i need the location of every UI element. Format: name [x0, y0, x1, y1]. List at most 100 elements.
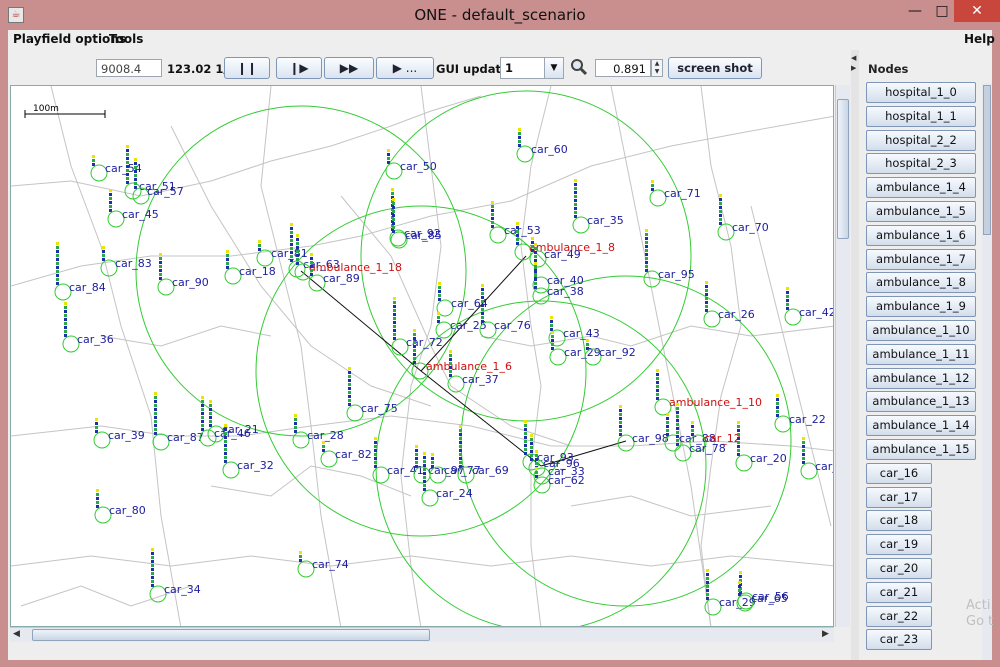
map-node-car_52[interactable]: car_52 — [800, 437, 834, 480]
zoom-field[interactable]: 0.891 — [595, 59, 651, 77]
map-node-car_80[interactable]: car_80 — [94, 489, 146, 524]
node-button-ambulance_1_5[interactable]: ambulance_1_5 — [866, 201, 976, 222]
node-button-ambulance_1_7[interactable]: ambulance_1_7 — [866, 248, 976, 270]
nodes-scrollbar[interactable] — [982, 83, 992, 660]
map-node-car_42[interactable]: car_42 — [784, 287, 834, 326]
map-nodes[interactable]: car_54car_51car_57car_45car_83car_84car_… — [54, 128, 834, 616]
node-button-hospital_2_3[interactable]: hospital_2_3 — [866, 153, 976, 175]
map-node-car_74[interactable]: car_74 — [297, 551, 349, 578]
node-button-car_22[interactable]: car_22 — [866, 605, 932, 627]
node-button-ambulance_1_12[interactable]: ambulance_1_12 — [866, 367, 976, 389]
map-node-car_28[interactable]: car_28 — [292, 414, 344, 449]
node-button-car_23[interactable]: car_23 — [866, 629, 932, 651]
node-button-car_19[interactable]: car_19 — [866, 534, 932, 556]
buffer-cell — [481, 320, 484, 323]
menu-tools[interactable]: Tools — [109, 32, 143, 46]
playfield-svg[interactable]: 100m car_54car_51car_57car_45car_83car_8… — [11, 86, 834, 627]
fast-forward-button[interactable]: ▶▶ — [324, 57, 374, 79]
buffer-cell — [56, 254, 59, 257]
buffer-cell — [392, 198, 395, 201]
buffer-cell — [459, 441, 462, 444]
step-button[interactable]: ❙▶ — [276, 57, 322, 79]
map-node-car_35[interactable]: car_35 — [572, 179, 624, 234]
map-node-car_83[interactable]: car_83 — [100, 246, 152, 277]
buffer-cell — [550, 316, 553, 319]
node-button-hospital_1_1[interactable]: hospital_1_1 — [866, 105, 976, 127]
map-node-car_39[interactable]: car_39 — [93, 418, 145, 449]
node-button-ambulance_1_14[interactable]: ambulance_1_14 — [866, 415, 976, 437]
node-button-ambulance_1_10[interactable]: ambulance_1_10 — [866, 320, 976, 341]
buffer-cell — [438, 290, 441, 293]
node-button-ambulance_1_4[interactable]: ambulance_1_4 — [866, 177, 976, 199]
map-node-car_71[interactable]: car_71 — [649, 180, 701, 207]
map-node-car_76[interactable]: car_76 — [479, 284, 531, 339]
gui-update-select[interactable]: 1 ▼ — [500, 57, 564, 79]
run-until-button[interactable]: ▶ ... — [376, 57, 434, 79]
node-button-hospital_1_0[interactable]: hospital_1_0 — [866, 82, 976, 103]
scroll-left-icon[interactable]: ◀ — [13, 629, 20, 639]
node-button-ambulance_1_11[interactable]: ambulance_1_11 — [866, 343, 976, 365]
collapse-right-icon[interactable]: ▶ — [851, 64, 856, 72]
map-node-car_87[interactable]: car_87 — [152, 392, 204, 451]
map-node-car_90[interactable]: car_90 — [157, 253, 209, 296]
node-label: car_60 — [531, 143, 568, 156]
buffer-cell — [719, 202, 722, 205]
buffer-cell — [656, 369, 659, 372]
map-node-car_70[interactable]: car_70 — [717, 194, 769, 241]
playfield-map[interactable]: 100m car_54 car_51 car_57 car_45 car_83 car_8… — [10, 85, 834, 627]
map-node-car_18[interactable]: car_18 — [224, 250, 276, 285]
collapse-left-icon[interactable]: ◀ — [851, 54, 856, 62]
playfield-vertical-scrollbar[interactable] — [835, 85, 850, 627]
minimize-button[interactable]: — — [900, 0, 930, 22]
node-button-ambulance_1_15[interactable]: ambulance_1_15 — [866, 439, 976, 460]
map-node-car_64[interactable]: car_64 — [436, 282, 488, 317]
scroll-right-icon[interactable]: ▶ — [822, 629, 829, 639]
map-node-car_34[interactable]: car_34 — [149, 548, 201, 603]
map-node-car_85[interactable]: car_85 — [390, 198, 442, 249]
node-button-car_16[interactable]: car_16 — [866, 462, 932, 484]
split-pane-divider[interactable]: ◀ ▶ — [851, 50, 859, 660]
buffer-cell — [423, 468, 426, 471]
map-node-car_82[interactable]: car_82 — [320, 441, 372, 468]
buffer-cell — [56, 250, 59, 253]
pause-button[interactable]: ❙❙ — [224, 57, 270, 79]
vertical-scroll-thumb[interactable] — [837, 99, 849, 239]
chevron-down-icon[interactable]: ▼ — [544, 58, 563, 78]
screenshot-button[interactable]: screen shot — [668, 57, 762, 79]
nodes-scroll-thumb[interactable] — [983, 85, 991, 235]
buffer-cell — [102, 254, 105, 257]
node-button-ambulance_1_9[interactable]: ambulance_1_9 — [866, 296, 976, 318]
map-node-car_22[interactable]: car_22 — [774, 394, 826, 433]
maximize-button[interactable]: □ — [928, 0, 956, 22]
map-node-ambulance_1_10[interactable]: ambulance_1_10 — [654, 369, 762, 416]
menu-help[interactable]: Help — [964, 32, 995, 46]
node-button-ambulance_1_13[interactable]: ambulance_1_13 — [866, 391, 976, 413]
map-node-car_72[interactable]: car_72 — [391, 297, 443, 356]
map-node-car_29[interactable]: car_29 — [704, 569, 756, 616]
zoom-spinner[interactable]: ▲ ▼ — [651, 59, 663, 77]
close-button[interactable]: ✕ — [954, 0, 1000, 22]
node-button-car_20[interactable]: car_20 — [866, 558, 932, 579]
map-node-car_60[interactable]: car_60 — [516, 128, 568, 163]
buffer-cell — [586, 339, 589, 342]
playfield-horizontal-scrollbar[interactable]: ◀ ▶ — [10, 627, 834, 642]
map-node-car_36[interactable]: car_36 — [62, 302, 114, 353]
buffer-cell — [159, 261, 162, 264]
node-button-car_17[interactable]: car_17 — [866, 486, 932, 508]
node-button-car_18[interactable]: car_18 — [866, 510, 932, 532]
map-node-car_26[interactable]: car_26 — [703, 281, 755, 328]
map-node-car_98[interactable]: car_98 — [617, 405, 669, 452]
horizontal-scroll-thumb[interactable] — [32, 629, 430, 641]
map-node-car_53[interactable]: car_53 — [489, 201, 541, 244]
node-button-ambulance_1_6[interactable]: ambulance_1_6 — [866, 224, 976, 246]
map-node-car_20[interactable]: car_20 — [735, 421, 787, 472]
node-button-car_21[interactable]: car_21 — [866, 581, 932, 603]
buffer-cell — [786, 303, 789, 306]
buffer-cell — [691, 433, 694, 436]
buffer-cell — [374, 441, 377, 444]
buffer-cell — [348, 371, 351, 374]
buffer-cell — [619, 405, 622, 408]
buffer-cell — [96, 505, 99, 508]
node-button-hospital_2_2[interactable]: hospital_2_2 — [866, 129, 976, 151]
node-button-ambulance_1_8[interactable]: ambulance_1_8 — [866, 272, 976, 294]
